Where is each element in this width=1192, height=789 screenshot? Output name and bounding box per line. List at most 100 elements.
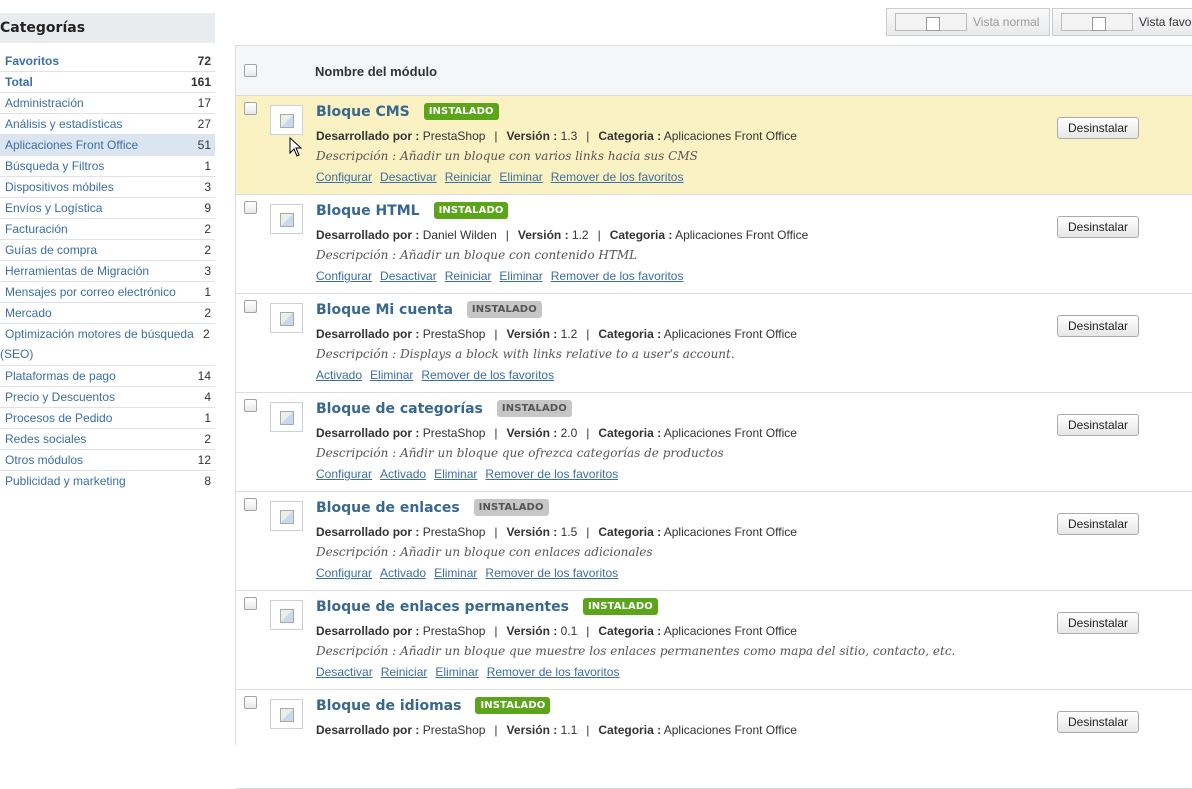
- link-activado[interactable]: Activado: [380, 467, 426, 481]
- link-remover-de-los-favoritos[interactable]: Remover de los favoritos: [485, 467, 618, 481]
- category-item-front-office[interactable]: Aplicaciones Front Office 51: [0, 135, 215, 156]
- module-row: Bloque de categorías INSTALADO Desarrollad…: [236, 393, 1192, 492]
- link-activado[interactable]: Activado: [380, 566, 426, 580]
- module-name[interactable]: Bloque Mi cuenta: [316, 302, 453, 318]
- installed-badge: INSTALADO: [496, 400, 572, 417]
- dev-label: Desarrollado por :: [316, 228, 420, 242]
- module-checkbox[interactable]: [244, 399, 257, 412]
- module-row: Bloque de enlaces INSTALADO Desarrollado p…: [236, 492, 1192, 591]
- link-eliminar[interactable]: Eliminar: [499, 269, 542, 283]
- category-item-seo[interactable]: Optimización motores de búsqueda (SEO) 2: [0, 324, 215, 366]
- module-checkbox[interactable]: [244, 102, 257, 115]
- category-item-total[interactable]: Total 161: [0, 72, 215, 93]
- link-desactivar[interactable]: Desactivar: [316, 665, 373, 679]
- module-name[interactable]: Bloque CMS: [316, 104, 410, 120]
- module-name[interactable]: Bloque de enlaces permanentes: [316, 599, 569, 615]
- module-name[interactable]: Bloque de idiomas: [316, 698, 461, 714]
- link-reiniciar[interactable]: Reiniciar: [381, 665, 428, 679]
- module-checkbox[interactable]: [244, 300, 257, 313]
- link-eliminar[interactable]: Eliminar: [370, 368, 413, 382]
- module-logo-icon: [270, 402, 303, 432]
- link-configurar[interactable]: Configurar: [316, 170, 372, 184]
- link-remover-de-los-favoritos[interactable]: Remover de los favoritos: [551, 269, 684, 283]
- category-label: Categoria :: [598, 723, 662, 737]
- developer-name: PrestaShop: [422, 624, 486, 638]
- link-eliminar[interactable]: Eliminar: [499, 170, 542, 184]
- module-name[interactable]: Bloque de categorías: [316, 401, 483, 417]
- module-title-line: Bloque de categorías INSTALADO: [316, 400, 572, 417]
- module-title-line: Bloque de idiomas INSTALADO: [316, 697, 551, 714]
- category-label: Administración: [5, 96, 84, 110]
- description-prefix: Descripción :: [316, 545, 397, 559]
- category-item-migracion[interactable]: Herramientas de Migración 3: [0, 261, 215, 282]
- category-item-facturacion[interactable]: Facturación 2: [0, 219, 215, 240]
- category-count: 2: [204, 432, 211, 446]
- category-item-envios[interactable]: Envíos y Logística 9: [0, 198, 215, 219]
- uninstall-button[interactable]: Desinstalar: [1057, 315, 1139, 337]
- module-checkbox[interactable]: [244, 498, 257, 511]
- category-item-precio[interactable]: Precio y Descuentos 4: [0, 387, 215, 408]
- category-item-pedido[interactable]: Procesos de Pedido 1: [0, 408, 215, 429]
- category-item-guias[interactable]: Guías de compra 2: [0, 240, 215, 261]
- link-remover-de-los-favoritos[interactable]: Remover de los favoritos: [487, 665, 620, 679]
- link-remover-de-los-favoritos[interactable]: Remover de los favoritos: [551, 170, 684, 184]
- module-meta: Desarrollado por : PrestaShop | Versión : …: [316, 327, 797, 341]
- module-checkbox[interactable]: [244, 597, 257, 610]
- module-logo-icon: [270, 105, 303, 135]
- module-name[interactable]: Bloque HTML: [316, 203, 420, 219]
- favorites-view-button[interactable]: Vista favo: [1052, 8, 1192, 36]
- link-remover-de-los-favoritos[interactable]: Remover de los favoritos: [485, 566, 618, 580]
- link-reiniciar[interactable]: Reiniciar: [445, 269, 492, 283]
- category-item-pago[interactable]: Plataformas de pago 14: [0, 366, 215, 387]
- category-value: Aplicaciones Front Office: [663, 624, 797, 638]
- link-eliminar[interactable]: Eliminar: [435, 665, 478, 679]
- description-text: Añadir un bloque con enlaces adicionales: [400, 545, 653, 559]
- category-count: 27: [197, 117, 211, 131]
- module-checkbox[interactable]: [244, 201, 257, 214]
- category-item-publicidad[interactable]: Publicidad y marketing 8: [0, 471, 215, 492]
- module-description: Descripción : Añadir un bloque con vario…: [316, 149, 698, 163]
- category-item-dispositivos[interactable]: Dispositivos móbiles 3: [0, 177, 215, 198]
- select-all-checkbox[interactable]: [244, 64, 257, 77]
- category-label: Mercado: [5, 306, 52, 320]
- version-label: Versión :: [506, 129, 558, 143]
- version-label: Versión :: [506, 624, 558, 638]
- link-eliminar[interactable]: Eliminar: [434, 566, 477, 580]
- category-item-otros[interactable]: Otros módulos 12: [0, 450, 215, 471]
- link-reiniciar[interactable]: Reiniciar: [445, 170, 492, 184]
- category-label-line1: Optimización motores de búsqueda: [5, 327, 194, 341]
- uninstall-button[interactable]: Desinstalar: [1057, 513, 1139, 535]
- uninstall-button[interactable]: Desinstalar: [1057, 711, 1139, 733]
- category-item-redes[interactable]: Redes sociales 2: [0, 429, 215, 450]
- link-activado[interactable]: Activado: [316, 368, 362, 382]
- uninstall-button[interactable]: Desinstalar: [1057, 414, 1139, 436]
- link-remover-de-los-favoritos[interactable]: Remover de los favoritos: [421, 368, 554, 382]
- category-item-analisis[interactable]: Análisis y estadísticas 27: [0, 114, 215, 135]
- link-configurar[interactable]: Configurar: [316, 566, 372, 580]
- category-item-mercado[interactable]: Mercado 2: [0, 303, 215, 324]
- normal-view-button[interactable]: Vista normal: [886, 8, 1050, 36]
- link-configurar[interactable]: Configurar: [316, 269, 372, 283]
- version-value: 1.2: [571, 228, 589, 242]
- table-header: Nombre del módulo: [236, 46, 1192, 96]
- module-description: Descripción : Añadir un bloque con conte…: [316, 248, 637, 262]
- module-title-line: Bloque Mi cuenta INSTALADO: [316, 301, 542, 318]
- link-desactivar[interactable]: Desactivar: [380, 269, 437, 283]
- module-name[interactable]: Bloque de enlaces: [316, 500, 460, 516]
- separator: |: [597, 228, 601, 242]
- category-item-busqueda[interactable]: Búsqueda y Filtros 1: [0, 156, 215, 177]
- uninstall-button[interactable]: Desinstalar: [1057, 216, 1139, 238]
- sidebar-title: Categorías: [0, 13, 215, 43]
- link-desactivar[interactable]: Desactivar: [380, 170, 437, 184]
- link-configurar[interactable]: Configurar: [316, 467, 372, 481]
- category-item-mensajes[interactable]: Mensajes por correo electrónico 1: [0, 282, 215, 303]
- category-item-favoritos[interactable]: Favoritos 72: [0, 51, 215, 72]
- installed-badge: INSTALADO: [423, 103, 499, 120]
- uninstall-button[interactable]: Desinstalar: [1057, 612, 1139, 634]
- category-item-administracion[interactable]: Administración 17: [0, 93, 215, 114]
- uninstall-button[interactable]: Desinstalar: [1057, 117, 1139, 139]
- description-text: Añdir un bloque que ofrezca categorías d…: [400, 446, 724, 460]
- module-checkbox[interactable]: [244, 696, 257, 709]
- link-eliminar[interactable]: Eliminar: [434, 467, 477, 481]
- dev-label: Desarrollado por :: [316, 723, 420, 737]
